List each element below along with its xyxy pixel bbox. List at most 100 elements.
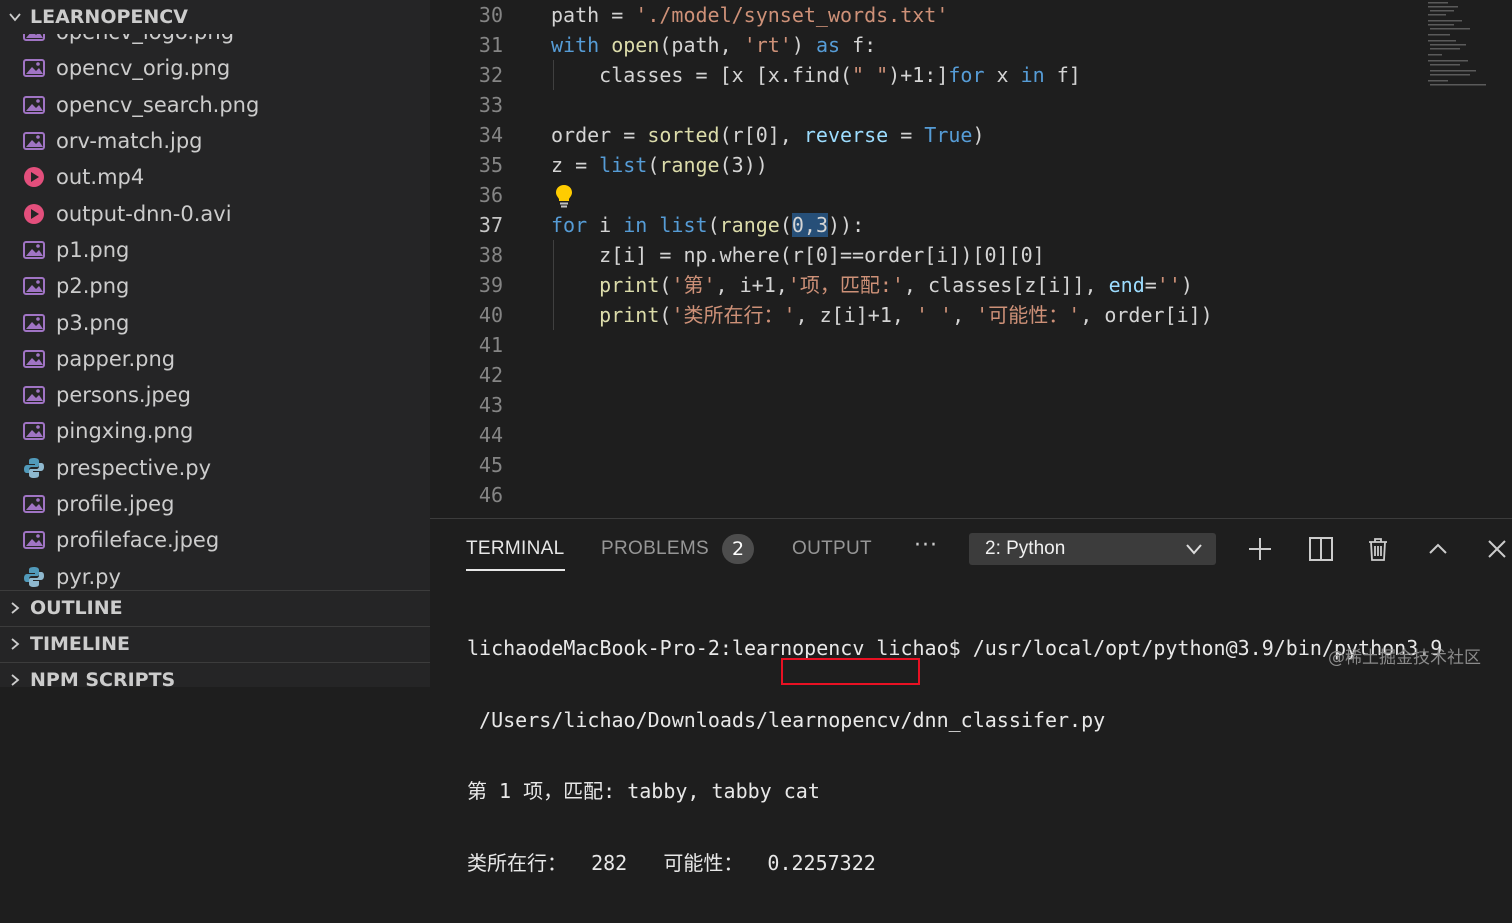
explorer-header[interactable]: LEARNOPENCV [0, 0, 430, 34]
line-number: 41 [478, 333, 503, 357]
trash-icon[interactable] [1364, 535, 1392, 563]
plus-icon[interactable] [1246, 535, 1274, 563]
code-line[interactable]: 32 classes = [x [x.find(" ")+1:]for x in… [430, 60, 1430, 90]
file-item[interactable]: pingxing.png [0, 413, 430, 449]
code-line[interactable]: 30 path = './model/synset_words.txt' [430, 0, 1430, 30]
code-token: ( [707, 213, 720, 237]
more-actions-button[interactable]: ··· [914, 533, 938, 558]
code-line[interactable]: 46 [430, 480, 1430, 510]
code-line[interactable]: 42 [430, 360, 1430, 390]
code-line[interactable]: 35 z = list(range(3)) [430, 150, 1430, 180]
code-token: " " [852, 63, 889, 87]
problems-count-badge: 2 [722, 534, 754, 564]
terminal-line: 第 1 项，匹配: tabby, tabby cat [467, 779, 820, 803]
file-name: p2.png [56, 274, 130, 299]
code-token: '类所在行：' [671, 303, 796, 327]
file-item[interactable]: p2.png [0, 268, 430, 304]
python-file-icon [23, 457, 45, 478]
file-item[interactable]: out.mp4 [0, 159, 430, 195]
code-token: range [719, 213, 780, 237]
code-line[interactable]: 44 [430, 420, 1430, 450]
split-terminal-icon[interactable] [1307, 535, 1335, 563]
line-number: 34 [478, 123, 503, 147]
file-item[interactable]: prespective.py [0, 450, 430, 486]
file-item[interactable]: profileface.jpeg [0, 522, 430, 558]
code-line[interactable]: 45 [430, 450, 1430, 480]
code-token: path = [551, 3, 636, 27]
tab-problems[interactable]: PROBLEMS [601, 538, 709, 560]
code-token: in [623, 213, 648, 237]
code-token: ( [779, 213, 792, 237]
image-file-icon [23, 385, 45, 405]
file-item[interactable]: profile.jpeg [0, 486, 430, 522]
code-token: )) [828, 213, 853, 237]
timeline-section[interactable]: TIMELINE [0, 626, 430, 661]
file-name: opencv_orig.png [56, 56, 231, 81]
code-token: , classes[z[i]], [903, 273, 1109, 297]
file-item[interactable]: papper.png [0, 341, 430, 377]
image-file-icon [23, 240, 45, 260]
code-token: 'rt' [743, 33, 792, 57]
npm-scripts-section[interactable]: NPM SCRIPTS [0, 662, 430, 687]
code-token: , order[i]) [1080, 303, 1213, 327]
code-text: for i in list(range(0,3)): [551, 210, 864, 240]
tab-output[interactable]: OUTPUT [792, 538, 872, 560]
image-file-icon [23, 421, 45, 441]
line-number: 45 [478, 453, 503, 477]
code-text: with open(path, 'rt') as f: [551, 30, 876, 60]
code-line[interactable]: 34 order = sorted(r[0], reverse = True) [430, 120, 1430, 150]
minimap[interactable] [1426, 0, 1496, 90]
code-line[interactable]: 40 print('类所在行：', z[i]+1, ' ', '可能性：', o… [430, 300, 1430, 330]
line-number: 39 [478, 273, 503, 297]
line-number: 42 [478, 363, 503, 387]
file-item[interactable]: orv-match.jpg [0, 123, 430, 159]
code-token: ) [972, 123, 985, 147]
close-icon[interactable] [1483, 535, 1511, 563]
file-name: orv-match.jpg [56, 129, 203, 154]
file-item[interactable]: opencv_search.png [0, 87, 430, 123]
code-line[interactable]: 33 [430, 90, 1430, 120]
line-number: 36 [478, 183, 503, 207]
code-line[interactable]: 39 print('第', i+1,'项，匹配:', classes[z[i]]… [430, 270, 1430, 300]
line-number: 31 [478, 33, 503, 57]
line-number: 46 [478, 483, 503, 507]
file-item[interactable]: p1.png [0, 232, 430, 268]
file-item[interactable]: persons.jpeg [0, 377, 430, 413]
file-name: persons.jpeg [56, 383, 192, 408]
code-editor[interactable]: 30 path = './model/synset_words.txt' 31 wit… [430, 0, 1512, 518]
file-item[interactable]: output-dnn-0.avi [0, 195, 430, 231]
code-token: ' ' [915, 303, 953, 327]
code-token: sorted [647, 123, 720, 147]
code-token: ) [1180, 273, 1193, 297]
file-item[interactable]: p3.png [0, 304, 430, 340]
code-line[interactable]: 37 for i in list(range(0,3)): [430, 210, 1430, 240]
tab-terminal[interactable]: TERMINAL [466, 538, 564, 560]
code-token: (r[0], [719, 123, 804, 147]
outline-section[interactable]: OUTLINE [0, 590, 430, 625]
image-file-icon [23, 530, 45, 550]
code-line[interactable]: 41 [430, 330, 1430, 360]
image-file-icon [23, 58, 45, 78]
file-item[interactable]: opencv_orig.png [0, 50, 430, 86]
active-tab-indicator [466, 569, 565, 571]
terminal-output[interactable]: lichaodeMacBook-Pro-2:learnopencv lichao… [467, 589, 1512, 923]
line-number: 30 [478, 3, 503, 27]
terminal-line: /Users/lichao/Downloads/learnopencv/dnn_… [467, 707, 1106, 732]
file-name: p3.png [56, 310, 130, 335]
code-token: print [599, 273, 660, 297]
code-token: ( [647, 153, 660, 177]
file-name: p1.png [56, 237, 130, 262]
code-line[interactable]: 43 [430, 390, 1430, 420]
code-line[interactable]: 31 with open(path, 'rt') as f: [430, 30, 1430, 60]
chevron-up-icon[interactable] [1424, 535, 1452, 563]
code-token: , [952, 303, 977, 327]
code-line[interactable]: 36 [430, 180, 1430, 210]
line-number: 38 [478, 243, 503, 267]
code-line[interactable]: 38 z[i] = np.where(r[0]==order[i])[0][0] [430, 240, 1430, 270]
terminal-select[interactable]: 2: Python [969, 533, 1216, 565]
code-token: '项，匹配:' [787, 273, 904, 297]
code-token: list [659, 213, 708, 237]
python-file-icon [23, 566, 45, 587]
